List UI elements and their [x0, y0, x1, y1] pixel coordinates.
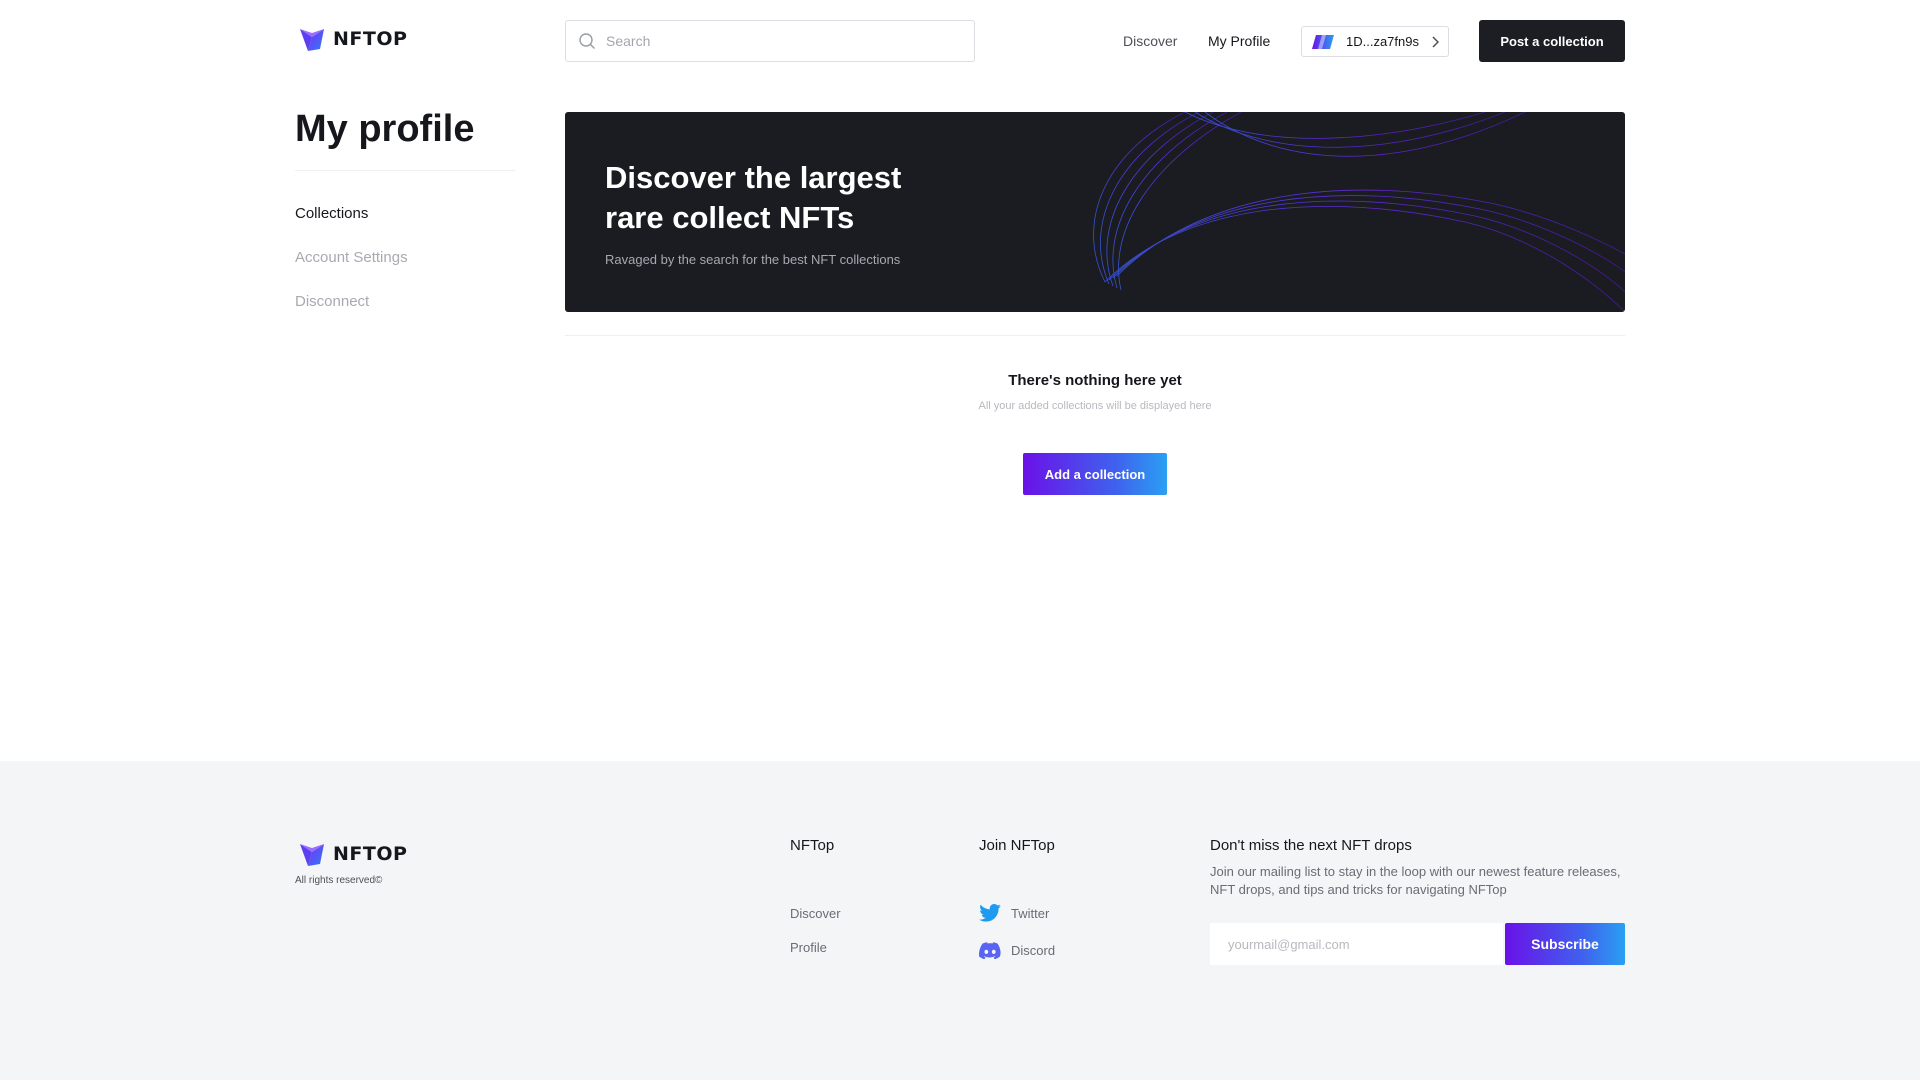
newsletter-description: Join our mailing list to stay in the loo…: [1210, 864, 1621, 897]
nav-my-profile-link[interactable]: My Profile: [1208, 33, 1270, 49]
subscribe-button[interactable]: Subscribe: [1505, 923, 1625, 965]
sidebar-item-collections[interactable]: Collections: [295, 205, 368, 222]
footer-link-profile[interactable]: Profile: [790, 940, 827, 955]
empty-state-title: There's nothing here yet: [1008, 372, 1182, 389]
footer: [0, 761, 1920, 1080]
newsletter-heading: Don't miss the next NFT drops: [1210, 837, 1412, 854]
banner-wave-art: [1093, 112, 1625, 312]
twitter-icon: [979, 904, 1001, 922]
footer-link-discover[interactable]: Discover: [790, 906, 841, 921]
banner-subtitle: Ravaged by the search for the best NFT c…: [605, 252, 901, 267]
nav-discover-link[interactable]: Discover: [1123, 33, 1177, 49]
footer-link-twitter[interactable]: Twitter: [979, 904, 1049, 922]
chevron-right-icon: [1431, 35, 1439, 48]
nftop-logo-icon: [298, 840, 326, 868]
footer-link-discord[interactable]: Discord: [979, 942, 1055, 959]
header-logo[interactable]: NFTOP: [298, 25, 407, 53]
hero-banner: Discover the largest rare collect NFTs R…: [565, 112, 1625, 312]
nftop-logo-icon: [298, 25, 326, 53]
footer-link-discord-label: Discord: [1011, 943, 1056, 958]
newsletter-email-input[interactable]: [1210, 923, 1503, 965]
post-collection-button[interactable]: Post a collection: [1479, 20, 1625, 62]
sidebar-item-account-settings[interactable]: Account Settings: [295, 249, 408, 266]
footer-link-twitter-label: Twitter: [1011, 905, 1050, 921]
wallet-icon: [1312, 34, 1334, 49]
footer-logo-text: NFTOP: [333, 843, 408, 865]
footer-logo[interactable]: NFTOP: [298, 840, 407, 868]
banner-title: Discover the largest rare collect NFTs: [605, 160, 902, 235]
wallet-address: 1D...za7fn9s: [1346, 34, 1419, 49]
search-box[interactable]: [565, 20, 975, 62]
footer-heading-nftop: NFTop: [790, 837, 835, 854]
search-icon: [578, 32, 596, 50]
copyright-text: All rights reserved©: [295, 875, 383, 886]
sidebar-item-disconnect[interactable]: Disconnect: [295, 293, 369, 310]
wallet-button[interactable]: 1D...za7fn9s: [1301, 26, 1449, 57]
discord-icon: [979, 942, 1001, 959]
logo-text: NFTOP: [333, 28, 408, 50]
page: NFTOP Discover My Profile 1D...za7fn9s P…: [0, 0, 1920, 1080]
sidebar-divider: [295, 170, 515, 171]
add-collection-button[interactable]: Add a collection: [1023, 453, 1167, 495]
footer-heading-join: Join NFTop: [979, 837, 1055, 854]
page-title: My profile: [295, 108, 475, 150]
empty-state-subtitle: All your added collections will be displ…: [978, 400, 1212, 412]
content-divider: [565, 335, 1625, 336]
search-input[interactable]: [606, 33, 946, 49]
